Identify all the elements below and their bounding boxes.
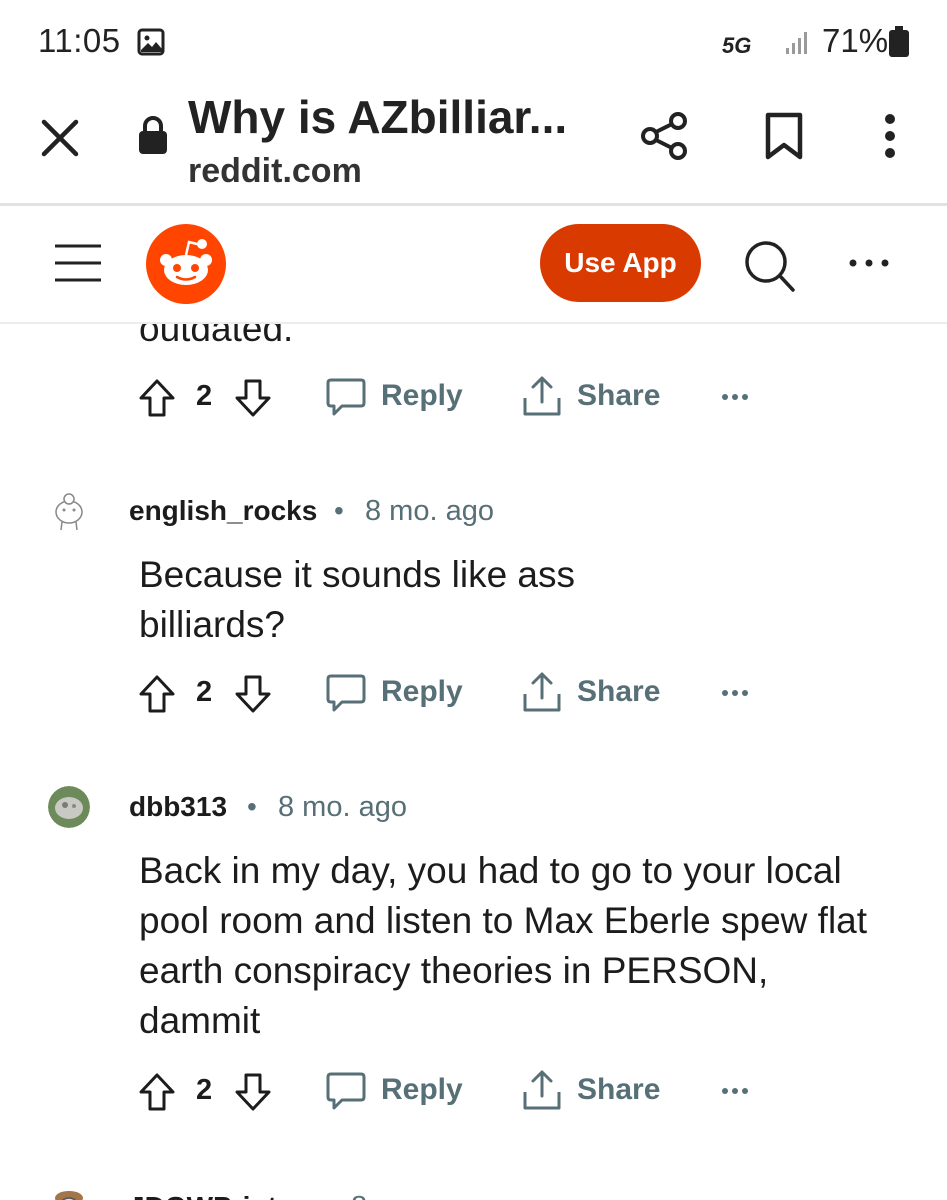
comment-author[interactable]: JDGWPrinter [129,1191,303,1200]
comment-body: Back in my day, you had to go to your lo… [139,850,868,1041]
comment-header: dbb313 • 8 mo. ago [0,782,947,832]
overflow-menu-icon[interactable] [872,112,908,160]
share-button[interactable]: Share [577,675,660,709]
status-bar: 11:05 5G 71% [0,0,947,84]
signal-icon [786,32,807,54]
more-actions-icon[interactable] [722,1086,748,1096]
meta-separator: • [247,791,257,822]
reply-button[interactable]: Reply [381,1073,463,1107]
comment-actions: 2 Reply Share [138,668,938,718]
gallery-notification-icon [137,28,165,56]
page-domain[interactable]: reddit.com [188,152,362,191]
reddit-logo[interactable] [146,224,226,304]
more-actions-icon[interactable] [722,688,748,698]
more-actions-icon[interactable] [722,392,748,402]
comment-actions: 2 Reply Share [138,1066,938,1116]
page-title[interactable]: Why is AZbilliar... [188,90,567,144]
avatar[interactable] [48,786,90,828]
reply-button[interactable]: Reply [381,675,463,709]
comment-time: 8 mo. ago [351,1191,480,1200]
avatar[interactable] [48,1186,90,1200]
bookmark-icon[interactable] [763,112,805,160]
comment-header: JDGWPrinter • 8 mo. ago [0,1182,947,1200]
share-icon[interactable] [522,670,562,714]
reddit-header: Use App [0,206,947,324]
lock-icon[interactable] [136,114,170,156]
downvote-icon[interactable] [234,1072,272,1112]
share-icon[interactable] [522,1068,562,1112]
comment-body-partial: outdated. [139,324,294,349]
close-icon[interactable] [38,116,82,160]
vote-count: 2 [196,676,213,708]
reply-icon[interactable] [326,672,366,714]
downvote-icon[interactable] [234,378,272,418]
share-button[interactable]: Share [577,379,660,413]
upvote-icon[interactable] [138,378,176,418]
meta-separator: • [320,1191,330,1200]
comment-body: Because it sounds like ass billiards? [139,554,576,645]
hamburger-menu-icon[interactable] [53,242,103,284]
downvote-icon[interactable] [234,674,272,714]
battery-percent: 71% [822,22,889,59]
comment-time: 8 mo. ago [278,791,407,823]
comment-actions: 2 Reply Share [138,372,938,422]
comment-time: 8 mo. ago [365,495,494,527]
more-options-icon[interactable] [846,252,892,274]
share-icon[interactable] [522,374,562,418]
share-network-icon[interactable] [638,109,692,163]
use-app-button[interactable]: Use App [540,224,701,302]
comments-feed: outdated. 2 Reply Share english_rocks • … [0,324,947,1200]
upvote-icon[interactable] [138,674,176,714]
search-icon[interactable] [742,239,796,293]
reply-icon[interactable] [326,1070,366,1112]
comment-author[interactable]: dbb313 [129,791,227,823]
comment-header: english_rocks • 8 mo. ago [0,486,947,536]
meta-separator: • [334,495,344,526]
browser-toolbar: Why is AZbilliar... reddit.com [0,84,947,206]
network-type: 5G [722,33,752,58]
comment-author[interactable]: english_rocks [129,495,317,527]
reply-button[interactable]: Reply [381,379,463,413]
upvote-icon[interactable] [138,1072,176,1112]
vote-count: 2 [196,1074,213,1106]
vote-count: 2 [196,380,213,412]
reply-icon[interactable] [326,376,366,418]
share-button[interactable]: Share [577,1073,660,1107]
status-time: 11:05 [38,22,121,59]
battery-icon [889,26,909,57]
avatar[interactable] [48,490,90,532]
